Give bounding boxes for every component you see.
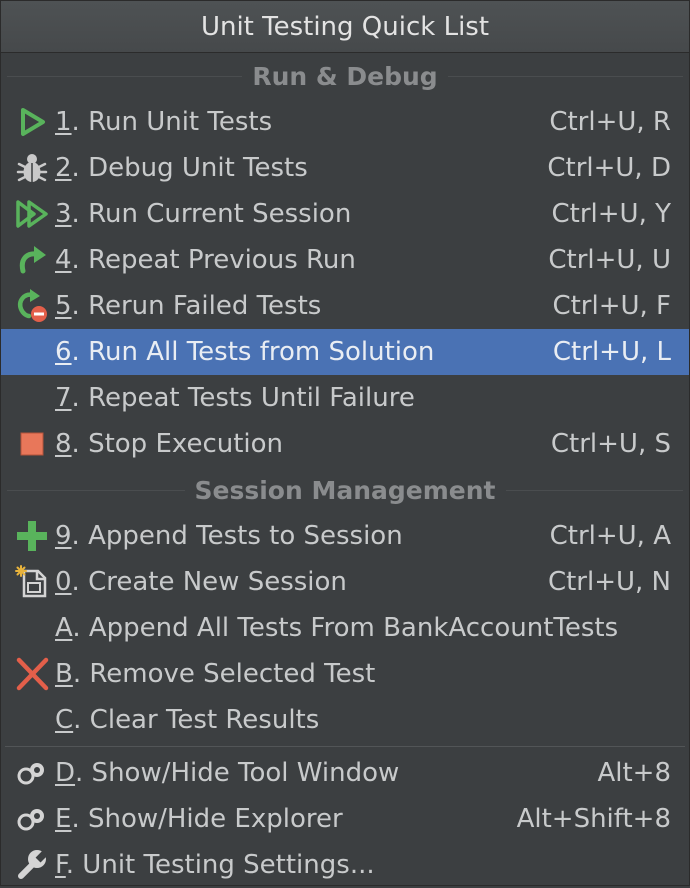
- menu-item-debug-unit-tests[interactable]: 2. Debug Unit Tests Ctrl+U, D: [1, 145, 689, 191]
- menu-item-run-all-tests-from-solution[interactable]: 6. Run All Tests from Solution Ctrl+U, L: [1, 329, 689, 375]
- rerun-failed-icon: [15, 289, 49, 323]
- section-title: Session Management: [194, 475, 496, 505]
- shortcut-label: Ctrl+U, A: [549, 521, 671, 551]
- menu-item-run-current-session[interactable]: 3. Run Current Session Ctrl+U, Y: [1, 191, 689, 237]
- explorer-icon: [15, 802, 49, 836]
- unit-testing-quick-list-popup: Unit Testing Quick List Run & Debug 1. R…: [0, 0, 690, 886]
- menu-item-rerun-failed-tests[interactable]: 5. Rerun Failed Tests Ctrl+U, F: [1, 283, 689, 329]
- menu-item-run-unit-tests[interactable]: 1. Run Unit Tests Ctrl+U, R: [1, 99, 689, 145]
- menu-item-append-all-tests[interactable]: A. Append All Tests From BankAccountTest…: [1, 605, 689, 651]
- shortcut-label: Ctrl+U, N: [547, 567, 671, 597]
- shortcut-label: Ctrl+U, Y: [551, 199, 672, 229]
- shortcut-label: Ctrl+U, R: [549, 107, 671, 137]
- run-play-icon: [15, 105, 49, 139]
- section-title: Run & Debug: [252, 61, 438, 91]
- shortcut-label: Ctrl+U, U: [548, 245, 671, 275]
- menu-item-append-tests-to-session[interactable]: 9. Append Tests to Session Ctrl+U, A: [1, 513, 689, 559]
- shortcut-label: Ctrl+U, S: [550, 429, 671, 459]
- remove-x-icon: [15, 657, 49, 691]
- new-session-icon: [15, 565, 49, 599]
- menu-item-clear-test-results[interactable]: C. Clear Test Results: [1, 697, 689, 743]
- shortcut-label: Ctrl+U, L: [552, 337, 671, 367]
- run-session-icon: [15, 197, 49, 231]
- plus-icon: [15, 519, 49, 553]
- menu-separator: [5, 746, 685, 747]
- section-header-run-debug: Run & Debug: [1, 53, 689, 99]
- shortcut-label: Ctrl+U, F: [552, 291, 671, 321]
- menu-item-show-hide-explorer[interactable]: E. Show/Hide Explorer Alt+Shift+8: [1, 796, 689, 842]
- shortcut-label: Alt+Shift+8: [516, 804, 671, 834]
- section-header-session-management: Session Management: [1, 467, 689, 513]
- menu-item-repeat-previous-run[interactable]: 4. Repeat Previous Run Ctrl+U, U: [1, 237, 689, 283]
- menu-item-unit-testing-settings[interactable]: F. Unit Testing Settings...: [1, 842, 689, 888]
- menu-item-repeat-tests-until-failure[interactable]: 7. Repeat Tests Until Failure: [1, 375, 689, 421]
- repeat-arrow-icon: [15, 243, 49, 277]
- menu-item-show-hide-tool-window[interactable]: D. Show/Hide Tool Window Alt+8: [1, 750, 689, 796]
- popup-title: Unit Testing Quick List: [1, 1, 689, 53]
- shortcut-label: Alt+8: [597, 758, 671, 788]
- stop-square-icon: [15, 427, 49, 461]
- wrench-icon: [15, 848, 49, 882]
- menu-item-remove-selected-test[interactable]: B. Remove Selected Test: [1, 651, 689, 697]
- debug-bug-icon: [15, 151, 49, 185]
- menu-item-stop-execution[interactable]: 8. Stop Execution Ctrl+U, S: [1, 421, 689, 467]
- menu-item-create-new-session[interactable]: 0. Create New Session Ctrl+U, N: [1, 559, 689, 605]
- shortcut-label: Ctrl+U, D: [547, 153, 671, 183]
- tool-window-icon: [15, 756, 49, 790]
